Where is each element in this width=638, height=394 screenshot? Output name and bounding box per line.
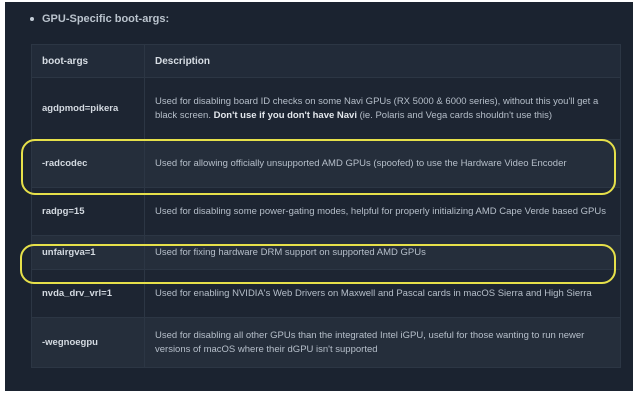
description-cell: Used for allowing officially unsupported… bbox=[144, 139, 621, 188]
section-bullet: GPU-Specific boot-args: bbox=[30, 13, 169, 25]
arg-cell: -radcodec bbox=[31, 139, 145, 188]
dark-content-panel: GPU-Specific boot-args: boot-args Descri… bbox=[5, 2, 633, 391]
arg-cell: unfairgva=1 bbox=[31, 235, 145, 270]
arg-cell: agdpmod=pikera bbox=[31, 77, 145, 140]
table-header-row: boot-args Description bbox=[31, 44, 621, 78]
table-row: -wegnoegpu Used for disabling all other … bbox=[31, 317, 621, 368]
description-cell: Used for disabling some power-gating mod… bbox=[144, 187, 621, 236]
table-row: radpg=15 Used for disabling some power-g… bbox=[31, 187, 621, 236]
description-text: (ie. Polaris and Vega cards shouldn't us… bbox=[359, 109, 553, 121]
column-header-description: Description bbox=[144, 44, 621, 78]
section-heading: GPU-Specific boot-args: bbox=[42, 13, 170, 25]
arg-cell: nvda_drv_vrl=1 bbox=[31, 269, 145, 318]
table-row: agdpmod=pikera Used for disabling board … bbox=[31, 77, 621, 140]
arg-cell: radpg=15 bbox=[31, 187, 145, 236]
table-row: -radcodec Used for allowing officially u… bbox=[31, 139, 621, 188]
table-row: nvda_drv_vrl=1 Used for enabling NVIDIA'… bbox=[31, 269, 621, 318]
description-cell: Used for disabling all other GPUs than t… bbox=[144, 317, 621, 368]
boot-args-table: boot-args Description agdpmod=pikera Use… bbox=[31, 44, 621, 368]
navi-warning-text: Don't use if you don't have Navi bbox=[213, 109, 357, 121]
column-header-boot-args: boot-args bbox=[31, 44, 145, 78]
arg-cell: -wegnoegpu bbox=[31, 317, 145, 368]
description-cell: Used for fixing hardware DRM support on … bbox=[144, 235, 621, 270]
description-cell: Used for enabling NVIDIA's Web Drivers o… bbox=[144, 269, 621, 318]
bullet-icon bbox=[30, 17, 34, 21]
description-cell: Used for disabling board ID checks on so… bbox=[144, 77, 621, 140]
table-row: unfairgva=1 Used for fixing hardware DRM… bbox=[31, 235, 621, 270]
